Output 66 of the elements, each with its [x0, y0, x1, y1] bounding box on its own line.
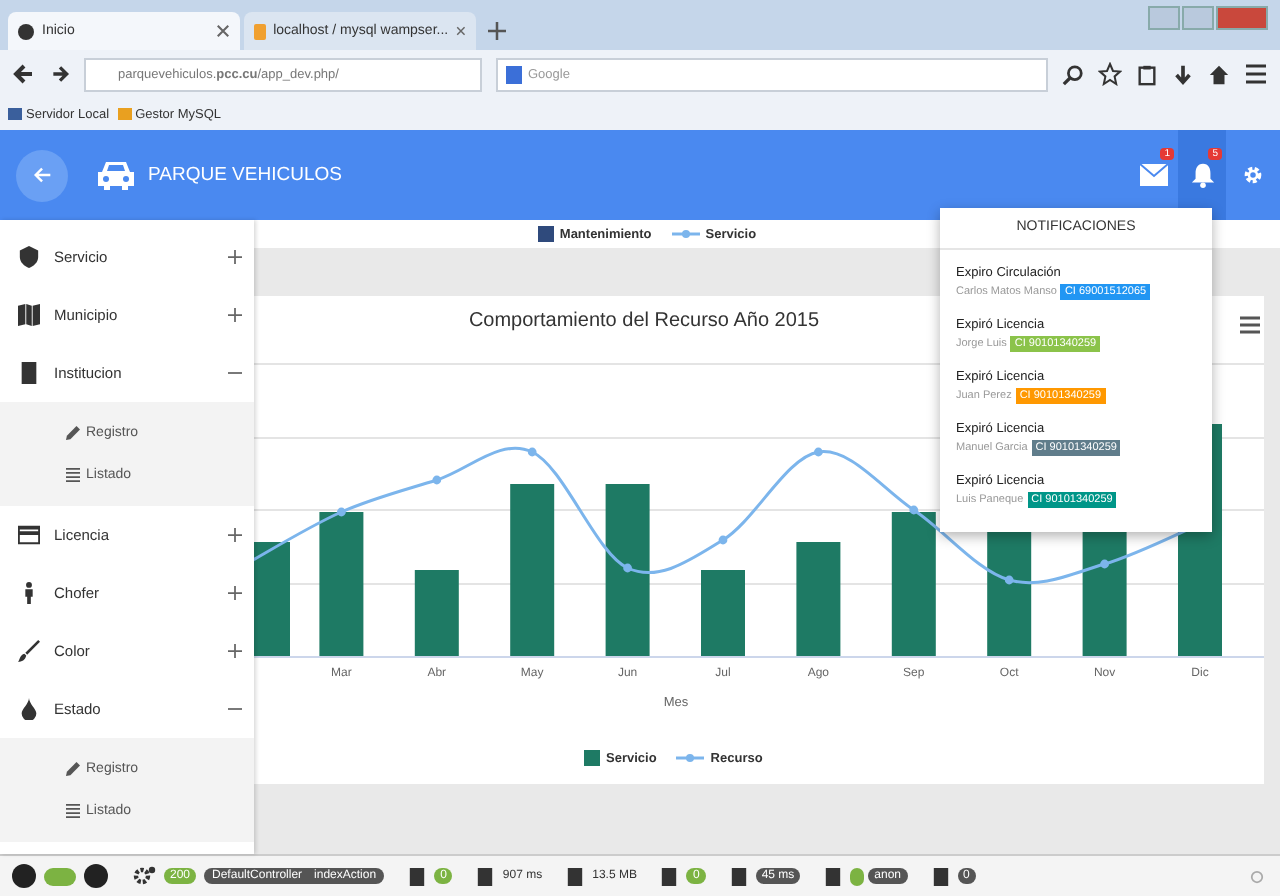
- chart-point: [623, 563, 632, 573]
- chart-point: [527, 447, 537, 457]
- legend-swatch: [584, 750, 600, 766]
- minus-icon[interactable]: [228, 702, 242, 716]
- car-icon: [96, 159, 136, 191]
- chart-bar: [796, 542, 841, 656]
- chart-point: [337, 507, 346, 517]
- search-icon[interactable]: [1062, 63, 1084, 85]
- chart-point: [1100, 559, 1109, 569]
- logo-icon[interactable]: [12, 864, 36, 888]
- home-icon[interactable]: [1208, 63, 1230, 85]
- menu-item-icon: [18, 304, 40, 326]
- menu-item-icon: [18, 246, 40, 268]
- chart-point: [1004, 575, 1014, 585]
- logo-icon[interactable]: [84, 864, 108, 888]
- menu-item-icon: [18, 524, 40, 546]
- chart-point: [432, 475, 442, 485]
- forward-icon[interactable]: [50, 64, 70, 84]
- arrow-left-icon: [31, 164, 53, 186]
- toolbar-icon[interactable]: [476, 865, 495, 887]
- menu-item-icon: [18, 698, 40, 720]
- minus-icon[interactable]: [228, 366, 242, 380]
- list-icon: [66, 804, 80, 818]
- toolbar-icon[interactable]: [729, 865, 748, 887]
- back-icon[interactable]: [12, 62, 36, 86]
- plus-icon[interactable]: [228, 528, 242, 542]
- star-icon[interactable]: [1098, 62, 1122, 86]
- new-tab-icon[interactable]: [488, 22, 506, 40]
- bell-icon: [1189, 162, 1215, 188]
- plus-icon[interactable]: [228, 250, 242, 264]
- legend-line-icon: [676, 752, 705, 764]
- plus-icon[interactable]: [228, 586, 242, 600]
- chart-point: [909, 505, 919, 515]
- app-title: PARQUE VEHICULOS: [148, 164, 342, 186]
- toolbar-icon[interactable]: [408, 865, 427, 887]
- chart-bar: [319, 512, 364, 656]
- toolbar-icon[interactable]: [660, 865, 679, 887]
- legend-swatch: [537, 226, 554, 242]
- search-engine-icon[interactable]: [506, 65, 522, 83]
- chart-bar: [414, 570, 459, 656]
- settings-icon[interactable]: [1242, 164, 1264, 186]
- chart-point: [814, 447, 823, 457]
- legend-line-icon: [671, 228, 700, 240]
- window-controls[interactable]: [1148, 6, 1268, 30]
- back-button[interactable]: [16, 149, 68, 201]
- chart-bar: [891, 512, 936, 656]
- menu-icon[interactable]: [1240, 316, 1260, 334]
- menu-icon[interactable]: [1244, 62, 1268, 86]
- list-icon: [66, 468, 80, 482]
- plus-icon[interactable]: [228, 308, 242, 322]
- plus-icon[interactable]: [228, 644, 242, 658]
- mail-icon: [1140, 164, 1168, 186]
- chart-bar: [701, 570, 745, 656]
- chart-bar: [254, 542, 290, 656]
- chart-title: Comportamiento del Recurso Año 2015: [466, 310, 822, 332]
- chart-point: [718, 535, 728, 545]
- toolbar-icon[interactable]: [931, 865, 950, 887]
- clipboard-icon[interactable]: [1136, 63, 1158, 85]
- gears-icon[interactable]: [132, 864, 156, 888]
- pencil-icon: [66, 762, 80, 776]
- toolbar-icon[interactable]: [824, 865, 843, 887]
- toolbar-icon[interactable]: [566, 865, 585, 887]
- menu-item-icon: [18, 362, 40, 384]
- pencil-icon: [66, 426, 80, 440]
- download-icon[interactable]: [1172, 63, 1194, 85]
- menu-item-icon: [18, 640, 40, 662]
